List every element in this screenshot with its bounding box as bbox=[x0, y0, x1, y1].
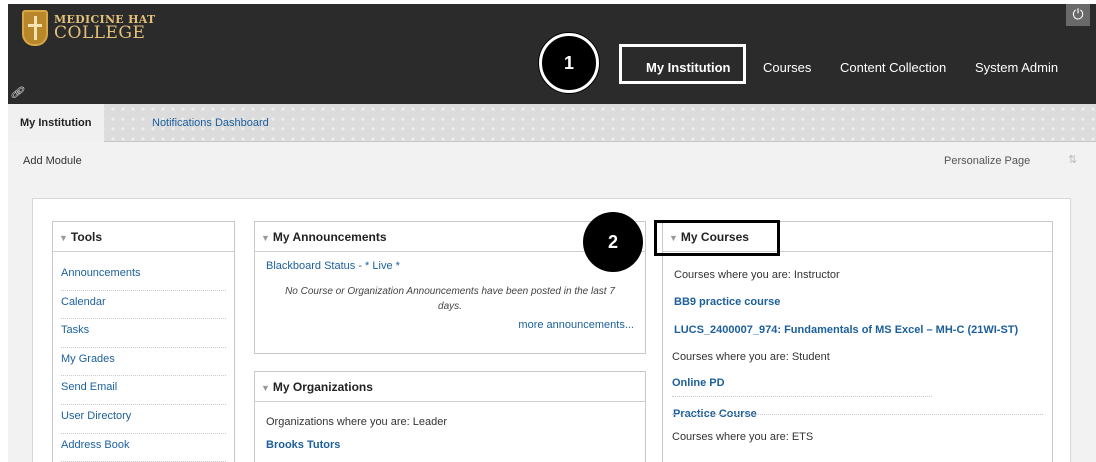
organizations-module-header[interactable]: ▼ My Organizations bbox=[255, 372, 645, 402]
highlight-box-my-institution bbox=[619, 44, 746, 84]
more-announcements-link[interactable]: more announcements... bbox=[266, 319, 634, 331]
no-announcements-line-2: days. bbox=[438, 301, 462, 312]
collapse-caret-icon[interactable]: ▼ bbox=[261, 233, 270, 243]
course-link-bb9-practice[interactable]: BB9 practice course bbox=[674, 296, 780, 308]
announcements-title: My Announcements bbox=[272, 230, 387, 244]
tab-content-collection[interactable]: Content Collection bbox=[840, 60, 946, 75]
subnav-my-institution[interactable]: My Institution bbox=[8, 104, 104, 142]
announcements-body: Blackboard Status - * Live * No Course o… bbox=[255, 252, 645, 339]
page-area: Add Module Personalize Page ⇅ ▼ Tools Ann… bbox=[8, 142, 1096, 462]
collapse-caret-icon[interactable]: ▼ bbox=[261, 383, 270, 393]
course-link-lucs-excel[interactable]: LUCS_2400007_974: Fundamentals of MS Exc… bbox=[674, 324, 1018, 336]
courses-ets-line: Courses where you are: ETS bbox=[672, 431, 814, 443]
organizations-module: ▼ My Organizations Organizations where yo… bbox=[254, 371, 646, 462]
tools-item-calendar[interactable]: Calendar bbox=[61, 291, 226, 320]
organizations-title: My Organizations bbox=[272, 380, 373, 394]
tools-module: ▼ Tools Announcements Calendar Tasks My G… bbox=[52, 221, 235, 462]
no-announcements-message: No Course or Organization Announcements … bbox=[266, 284, 634, 314]
tab-courses[interactable]: Courses bbox=[763, 60, 811, 75]
courses-student-line: Courses where you are: Student bbox=[672, 351, 830, 363]
courses-module: ▼ My Courses Courses where you are: Instr… bbox=[662, 221, 1053, 462]
highlight-box-my-courses bbox=[654, 220, 780, 256]
logo-text: MEDICINE HAT COLLEGE bbox=[54, 14, 156, 42]
organizations-body: Organizations where you are: Leader Broo… bbox=[255, 402, 645, 462]
organizations-role-line: Organizations where you are: Leader bbox=[266, 416, 447, 428]
tools-list: Announcements Calendar Tasks My Grades S… bbox=[53, 252, 234, 462]
tools-item-address-book[interactable]: Address Book bbox=[61, 434, 226, 462]
sub-navigation: My Institution Notifications Dashboard bbox=[8, 104, 1096, 142]
add-module-button[interactable]: Add Module bbox=[23, 155, 82, 167]
tab-system-admin[interactable]: System Admin bbox=[975, 60, 1058, 75]
course-link-online-pd[interactable]: Online PD bbox=[672, 377, 725, 389]
callout-marker-2: 2 bbox=[583, 212, 643, 272]
blackboard-status-link[interactable]: Blackboard Status - * Live * bbox=[266, 260, 634, 272]
organization-link[interactable]: Brooks Tutors bbox=[266, 439, 634, 451]
tools-item-my-grades[interactable]: My Grades bbox=[61, 348, 226, 377]
collapse-caret-icon[interactable]: ▼ bbox=[59, 233, 68, 243]
course-separator bbox=[672, 396, 932, 397]
tools-item-send-email[interactable]: Send Email bbox=[61, 376, 226, 405]
college-logo[interactable]: MEDICINE HAT COLLEGE bbox=[22, 10, 156, 46]
module-area: ▼ Tools Announcements Calendar Tasks My G… bbox=[32, 198, 1071, 462]
tools-item-user-directory[interactable]: User Directory bbox=[61, 405, 226, 434]
tools-item-announcements[interactable]: Announcements bbox=[61, 262, 226, 291]
logo-line-2: COLLEGE bbox=[54, 23, 146, 43]
tools-title: Tools bbox=[70, 230, 103, 244]
course-separator bbox=[672, 414, 1043, 415]
personalize-page-button[interactable]: Personalize Page bbox=[944, 155, 1030, 167]
logout-power-icon[interactable]: ⏻ bbox=[1066, 4, 1090, 26]
tools-module-header[interactable]: ▼ Tools bbox=[53, 222, 234, 252]
no-announcements-line-1: No Course or Organization Announcements … bbox=[285, 286, 615, 297]
subnav-notifications-dashboard[interactable]: Notifications Dashboard bbox=[152, 104, 269, 142]
reorder-arrows-icon[interactable]: ⇅ bbox=[1068, 153, 1077, 166]
courses-instructor-line: Courses where you are: Instructor bbox=[674, 269, 840, 281]
link-icon: 🔗︎ bbox=[10, 86, 24, 99]
callout-marker-1: 1 bbox=[539, 33, 599, 93]
college-crest-icon bbox=[22, 10, 48, 46]
tools-item-tasks[interactable]: Tasks bbox=[61, 319, 226, 348]
